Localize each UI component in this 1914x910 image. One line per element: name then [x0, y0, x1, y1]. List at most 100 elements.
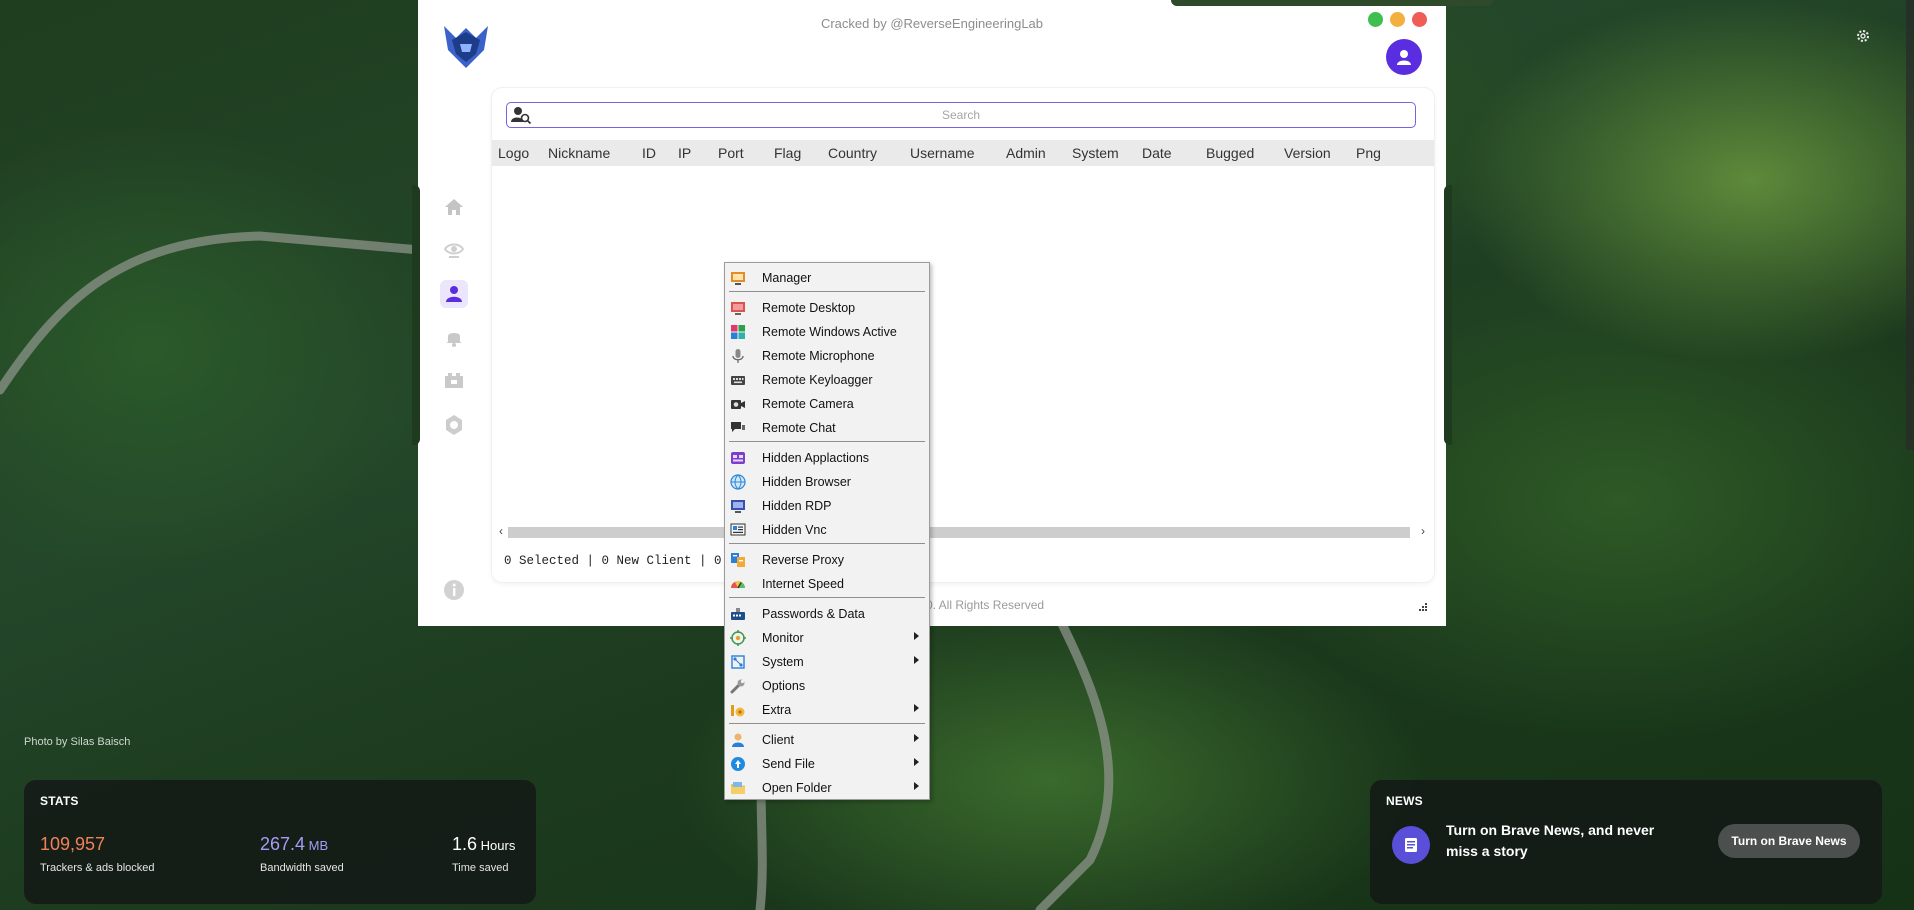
photo-credit[interactable]: Photo by Silas Baisch: [24, 736, 130, 748]
table-header: Logo Nickname ID IP Port Flag Country Us…: [492, 140, 1434, 166]
maximize-button[interactable]: [1368, 12, 1383, 27]
col-flag[interactable]: Flag: [768, 145, 822, 161]
scroll-thumb[interactable]: [508, 527, 1410, 538]
send-file-icon: [731, 757, 745, 771]
search-box[interactable]: [506, 102, 1416, 128]
col-png[interactable]: Png: [1350, 145, 1390, 161]
menu-item-options[interactable]: Options: [725, 675, 929, 697]
menu-item-hidden-browser[interactable]: Hidden Browser: [725, 471, 929, 493]
submenu-arrow-icon: [914, 632, 919, 640]
submenu-arrow-icon: [914, 704, 919, 712]
menu-item-passwords-data[interactable]: Passwords & Data: [725, 603, 929, 625]
sidebar-eye-icon[interactable]: [440, 236, 468, 264]
menu-item-client[interactable]: Client: [725, 729, 929, 751]
time-saved-value: 1.6 Hours: [452, 834, 516, 854]
user-icon: [1397, 50, 1411, 65]
menu-separator: [729, 597, 925, 598]
customize-gear-icon[interactable]: [1855, 28, 1871, 49]
col-system[interactable]: System: [1066, 145, 1136, 161]
horizontal-scrollbar[interactable]: ‹ ›: [492, 524, 1434, 540]
menu-item-open-folder[interactable]: Open Folder: [725, 777, 929, 799]
page-scrollbar[interactable]: [1906, 0, 1914, 450]
camera-icon: [731, 400, 745, 409]
col-logo[interactable]: Logo: [492, 145, 542, 161]
clients-panel: Logo Nickname ID IP Port Flag Country Us…: [492, 88, 1434, 582]
scroll-right-icon[interactable]: ›: [1416, 524, 1430, 538]
menu-item-send-file[interactable]: Send File: [725, 753, 929, 775]
sidebar-settings-icon[interactable]: [440, 411, 468, 439]
vnc-icon: [730, 523, 746, 536]
manager-icon: [731, 272, 745, 285]
sidebar-clients-icon[interactable]: [440, 280, 468, 308]
speed-icon: [731, 581, 745, 589]
menu-item-hidden-vnc[interactable]: Hidden Vnc: [725, 519, 929, 541]
time-saved-label: Time saved: [452, 862, 509, 874]
submenu-arrow-icon: [914, 656, 919, 664]
profile-avatar-button[interactable]: [1386, 39, 1422, 75]
submenu-arrow-icon: [914, 782, 919, 790]
trackers-blocked-value: 109,957: [40, 834, 106, 854]
menu-item-hidden-rdp[interactable]: Hidden RDP: [725, 495, 929, 517]
col-date[interactable]: Date: [1136, 145, 1200, 161]
menu-item-remote-keylogger[interactable]: Remote Keyloagger: [725, 369, 929, 391]
extra-icon: [731, 705, 745, 717]
col-ip[interactable]: IP: [672, 145, 712, 161]
submenu-arrow-icon: [914, 734, 919, 742]
microphone-icon: [732, 349, 744, 363]
menu-item-extra[interactable]: Extra: [725, 699, 929, 721]
search-input[interactable]: [507, 103, 1415, 127]
menu-item-remote-chat[interactable]: Remote Chat: [725, 417, 929, 439]
monitor-icon: [730, 630, 746, 646]
sidebar-home-icon[interactable]: [440, 193, 468, 221]
menu-item-reverse-proxy[interactable]: Reverse Proxy: [725, 549, 929, 571]
menu-item-remote-desktop[interactable]: Remote Desktop: [725, 297, 929, 319]
apps-icon: [731, 452, 745, 464]
info-icon[interactable]: [440, 576, 468, 604]
system-icon: [731, 655, 745, 669]
menu-item-internet-speed[interactable]: Internet Speed: [725, 573, 929, 595]
menu-item-remote-microphone[interactable]: Remote Microphone: [725, 345, 929, 367]
proxy-icon: [731, 553, 745, 567]
menu-separator: [729, 723, 925, 724]
trackers-blocked-label: Trackers & ads blocked: [40, 862, 155, 874]
client-context-menu: Manager Remote Desktop Remote Windows Ac…: [724, 262, 930, 800]
status-bar: 0 Selected | 0 New Client | 0 C: [504, 554, 737, 568]
col-port[interactable]: Port: [712, 145, 768, 161]
resize-grip-icon[interactable]: [1418, 602, 1428, 612]
close-button[interactable]: [1412, 12, 1427, 27]
col-bugged[interactable]: Bugged: [1200, 145, 1278, 161]
scroll-left-icon[interactable]: ‹: [494, 524, 508, 538]
submenu-arrow-icon: [914, 758, 919, 766]
windows-icon: [731, 325, 745, 339]
keyboard-icon: [731, 376, 745, 385]
col-nickname[interactable]: Nickname: [542, 145, 636, 161]
folder-icon: [731, 782, 745, 794]
col-admin[interactable]: Admin: [1000, 145, 1066, 161]
menu-item-system[interactable]: System: [725, 651, 929, 673]
minimize-button[interactable]: [1390, 12, 1405, 27]
col-country[interactable]: Country: [822, 145, 904, 161]
col-username[interactable]: Username: [904, 145, 1000, 161]
menu-item-monitor[interactable]: Monitor: [725, 627, 929, 649]
sidebar-plugin-icon[interactable]: [440, 367, 468, 395]
menu-item-hidden-applications[interactable]: Hidden Applactions: [725, 447, 929, 469]
globe-icon: [730, 474, 746, 490]
bandwidth-saved-label: Bandwidth saved: [260, 862, 344, 874]
window-side-notch-right: [1444, 185, 1452, 445]
menu-item-manager[interactable]: Manager: [725, 267, 929, 289]
menu-item-remote-camera[interactable]: Remote Camera: [725, 393, 929, 415]
stats-title: STATS: [40, 794, 79, 808]
client-icon: [732, 733, 744, 747]
window-title: Cracked by @ReverseEngineeringLab: [820, 16, 1044, 31]
col-id[interactable]: ID: [636, 145, 672, 161]
col-version[interactable]: Version: [1278, 145, 1350, 161]
chat-icon: [731, 422, 745, 432]
window-side-notch-left: [412, 185, 420, 445]
bandwidth-saved-value: 267.4 MB: [260, 834, 329, 854]
wrench-icon: [730, 679, 745, 694]
copyright-text: 0. All Rights Reserved: [926, 598, 1045, 612]
turn-on-news-button[interactable]: Turn on Brave News: [1718, 824, 1860, 858]
user-search-icon: [511, 107, 532, 125]
menu-item-remote-windows-active[interactable]: Remote Windows Active: [725, 321, 929, 343]
sidebar-bell-icon[interactable]: [440, 323, 468, 351]
